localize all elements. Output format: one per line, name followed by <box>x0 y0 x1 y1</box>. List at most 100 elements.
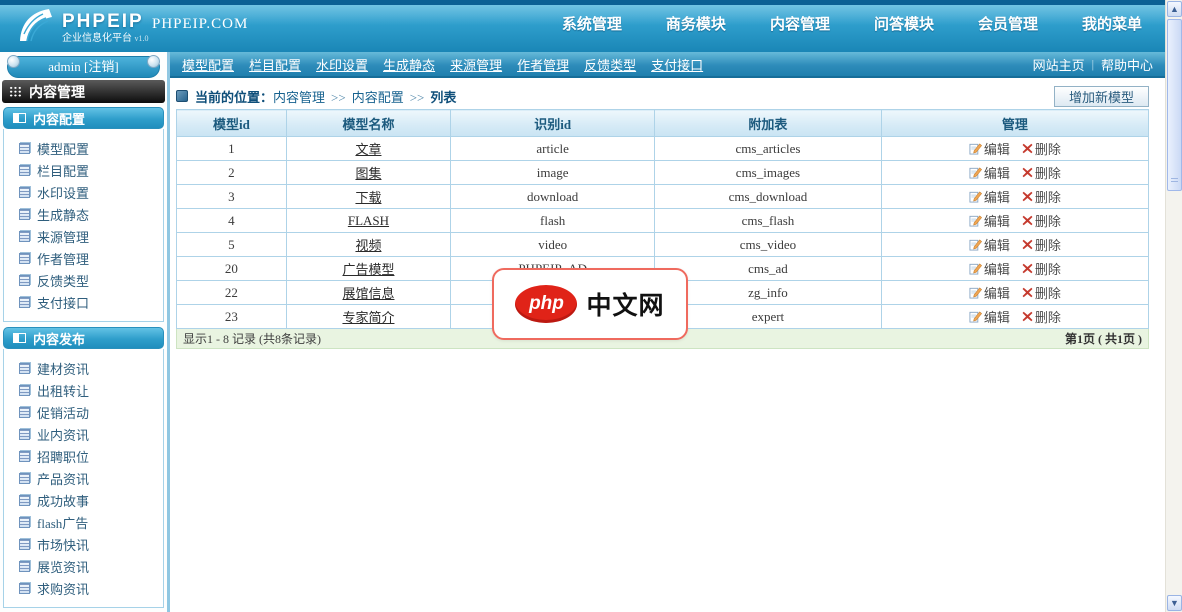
sidebar-menu-item[interactable]: 建材资讯 <box>19 357 163 379</box>
panel-header-content-publish[interactable]: 内容发布 <box>3 327 164 349</box>
delete-link[interactable]: 删除 <box>1022 163 1061 182</box>
toolbar-tab[interactable]: 支付接口 <box>651 55 703 74</box>
model-name-link[interactable]: 下载 <box>355 190 381 205</box>
top-nav-item[interactable]: 商务模块 <box>666 13 726 34</box>
toolbar-tab[interactable]: 来源管理 <box>450 55 502 74</box>
sidebar-menu-item[interactable]: 出租转让 <box>19 379 163 401</box>
sidebar-menu-item[interactable]: 业内资讯 <box>19 423 163 445</box>
edit-link[interactable]: 编辑 <box>969 307 1010 326</box>
table-row: 5 视频 video cms_video 编辑 <box>177 233 1149 257</box>
toolbar-tab[interactable]: 反馈类型 <box>584 55 636 74</box>
top-nav-item[interactable]: 我的菜单 <box>1082 13 1142 34</box>
module-title: 内容管理 <box>29 82 85 102</box>
panel-header-content-config[interactable]: 内容配置 <box>3 107 164 129</box>
sidebar-menu-item[interactable]: 水印设置 <box>19 181 163 203</box>
toolbar-tab[interactable]: 生成静态 <box>383 55 435 74</box>
model-name-cell: 图集 <box>286 161 450 185</box>
toolbar-tab[interactable]: 作者管理 <box>517 55 569 74</box>
home-page-link[interactable]: 网站主页 <box>1033 55 1085 74</box>
delete-link[interactable]: 删除 <box>1022 139 1061 158</box>
sidebar-menu-item[interactable]: 生成静态 <box>19 203 163 225</box>
toolbar-tab[interactable]: 模型配置 <box>182 55 234 74</box>
admin-user-bar: admin [注销] <box>7 56 160 78</box>
col-header-model-name: 模型名称 <box>286 110 450 137</box>
window-icon <box>13 333 26 343</box>
top-nav-item[interactable]: 会员管理 <box>978 13 1038 34</box>
sidebar-menu-item[interactable]: 展览资讯 <box>19 555 163 577</box>
edit-link[interactable]: 编辑 <box>969 139 1010 158</box>
edit-link[interactable]: 编辑 <box>969 211 1010 230</box>
edit-link[interactable]: 编辑 <box>969 283 1010 302</box>
sidebar-item-label: 支付接口 <box>37 293 89 312</box>
toolbar-tab[interactable]: 栏目配置 <box>249 55 301 74</box>
delete-link[interactable]: 删除 <box>1022 307 1061 326</box>
model-name-link[interactable]: 展馆信息 <box>342 286 394 301</box>
delete-link[interactable]: 删除 <box>1022 187 1061 206</box>
delete-link[interactable]: 删除 <box>1022 283 1061 302</box>
sidebar-menu-item[interactable]: 栏目配置 <box>19 159 163 181</box>
scroll-up-button[interactable]: ▲ <box>1167 1 1182 17</box>
sidebar-menu-item[interactable]: 市场快讯 <box>19 533 163 555</box>
sidebar-menu-item[interactable]: 促销活动 <box>19 401 163 423</box>
model-name-link[interactable]: 文章 <box>355 142 381 157</box>
sidebar-menu-item[interactable]: 招聘职位 <box>19 445 163 467</box>
top-nav-item[interactable]: 内容管理 <box>770 13 830 34</box>
app-header: PHPEIP 企业信息化平台 v1.0 PHPEIP.COM 系统管理商务模块内… <box>0 0 1182 52</box>
delete-label: 删除 <box>1035 235 1061 254</box>
delete-link[interactable]: 删除 <box>1022 235 1061 254</box>
sidebar-menu-item[interactable]: 支付接口 <box>19 291 163 313</box>
sidebar-menu-item[interactable]: 反馈类型 <box>19 269 163 291</box>
col-header-model-id: 模型id <box>177 110 287 137</box>
breadcrumb-separator: >> <box>410 90 425 105</box>
edit-icon <box>969 310 982 323</box>
site-domain-label: PHPEIP.COM <box>152 16 248 33</box>
top-nav-item[interactable]: 问答模块 <box>874 13 934 34</box>
manage-cell: 编辑 删除 <box>881 233 1148 257</box>
add-model-button[interactable]: 增加新模型 <box>1054 86 1149 107</box>
model-name-link[interactable]: 图集 <box>355 166 381 181</box>
sidebar-menu-item[interactable]: flash广告 <box>19 511 163 533</box>
sidebar-menu-item[interactable]: 来源管理 <box>19 225 163 247</box>
page-icon <box>19 429 30 440</box>
delete-link[interactable]: 删除 <box>1022 211 1061 230</box>
table-row: 1 文章 article cms_articles 编辑 <box>177 137 1149 161</box>
edit-link[interactable]: 编辑 <box>969 163 1010 182</box>
top-nav-item[interactable]: 系统管理 <box>562 13 622 34</box>
help-center-link[interactable]: 帮助中心 <box>1101 55 1153 74</box>
model-name-link[interactable]: FLASH <box>348 213 389 228</box>
toolbar-tab[interactable]: 水印设置 <box>316 55 368 74</box>
vertical-scrollbar[interactable]: ▲ ▼ <box>1165 0 1182 612</box>
delete-link[interactable]: 删除 <box>1022 259 1061 278</box>
link-separator: | <box>1092 57 1094 72</box>
edit-label: 编辑 <box>984 307 1010 326</box>
extra-table-cell: cms_flash <box>655 209 881 233</box>
extra-table-cell: cms_video <box>655 233 881 257</box>
breadcrumb-level2[interactable]: 内容配置 <box>352 90 404 105</box>
sidebar-menu-item[interactable]: 产品资讯 <box>19 467 163 489</box>
model-name-link[interactable]: 专家简介 <box>342 310 394 325</box>
model-name-link[interactable]: 广告模型 <box>342 262 394 277</box>
edit-icon <box>969 286 982 299</box>
logout-link[interactable]: [注销] <box>84 59 119 74</box>
page-icon <box>19 297 30 308</box>
breadcrumb-level1[interactable]: 内容管理 <box>273 90 325 105</box>
delete-icon <box>1022 239 1033 250</box>
module-title-bar: 内容管理 <box>2 80 165 103</box>
edit-icon <box>969 166 982 179</box>
manage-cell: 编辑 删除 <box>881 137 1148 161</box>
scroll-down-button[interactable]: ▼ <box>1167 595 1182 611</box>
sidebar-item-label: 成功故事 <box>37 491 89 510</box>
delete-label: 删除 <box>1035 259 1061 278</box>
sidebar-menu-item[interactable]: 求购资讯 <box>19 577 163 599</box>
page-icon <box>19 539 30 550</box>
scrollbar-thumb[interactable] <box>1167 19 1182 191</box>
model-name-link[interactable]: 视频 <box>355 238 381 253</box>
model-id-cell: 20 <box>177 257 287 281</box>
sidebar-menu-item[interactable]: 作者管理 <box>19 247 163 269</box>
breadcrumb-prefix: 当前的位置： <box>195 90 273 105</box>
edit-link[interactable]: 编辑 <box>969 259 1010 278</box>
sidebar-menu-item[interactable]: 模型配置 <box>19 137 163 159</box>
sidebar-menu-item[interactable]: 成功故事 <box>19 489 163 511</box>
edit-link[interactable]: 编辑 <box>969 187 1010 206</box>
edit-link[interactable]: 编辑 <box>969 235 1010 254</box>
